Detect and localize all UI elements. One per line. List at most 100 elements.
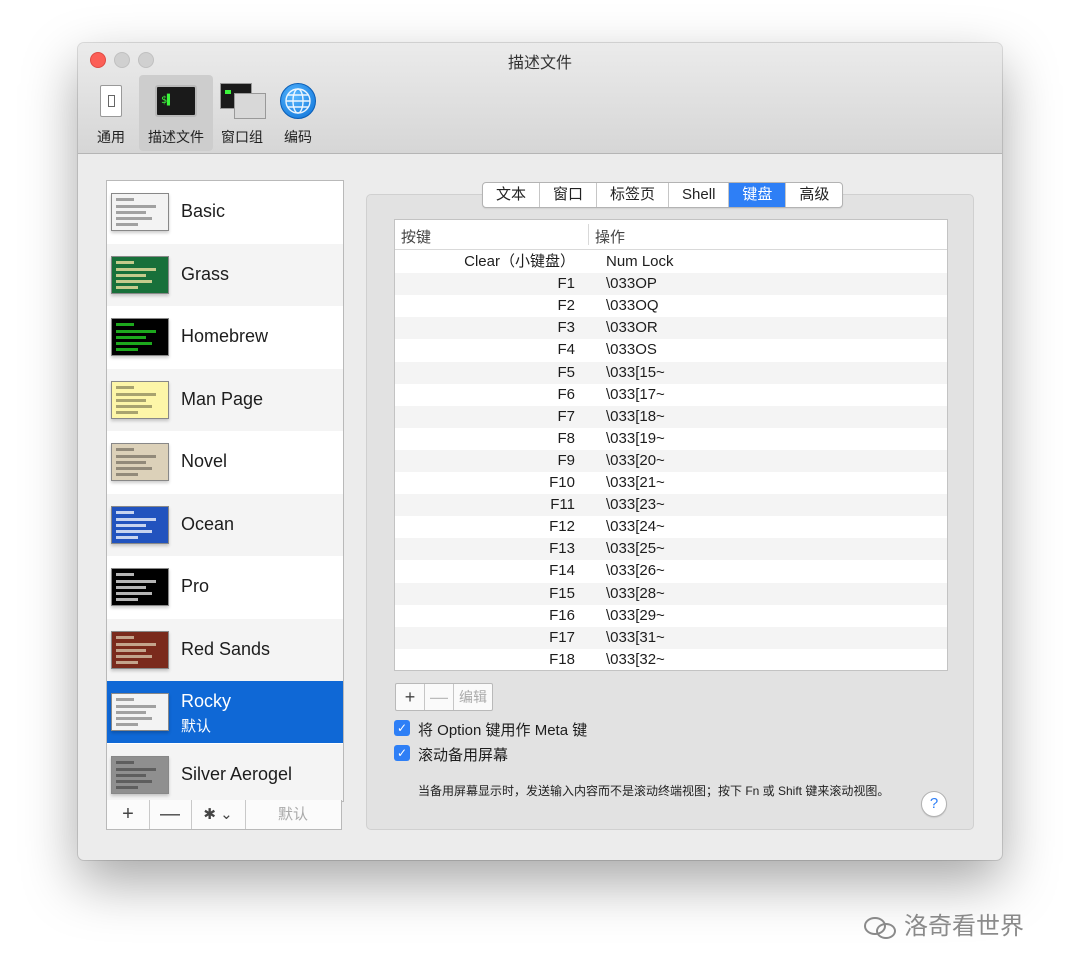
table-row[interactable]: F10 \033[21~ xyxy=(395,472,947,494)
column-header-action[interactable]: 操作 xyxy=(595,226,625,247)
table-row[interactable]: F5 \033[15~ xyxy=(395,361,947,384)
toolbar-label: 描述文件 xyxy=(148,129,204,145)
scroll-alternate-description: 当备用屏幕显示时，发送输入内容而不是滚动终端视图；按下 Fn 或 Shift 键… xyxy=(418,784,890,798)
wechat-icon xyxy=(864,915,898,939)
profile-name: Rocky xyxy=(181,691,232,711)
action-cell: \033[31~ xyxy=(606,628,665,646)
table-row[interactable]: F3 \033OR xyxy=(395,317,947,340)
profile-name: Red Sands xyxy=(181,638,271,659)
table-row[interactable]: F9 \033[20~ xyxy=(395,449,947,472)
remove-profile-button[interactable]: — xyxy=(149,800,192,829)
table-row[interactable]: F4 \033OS xyxy=(395,339,947,361)
key-cell: F6 xyxy=(557,385,575,403)
key-cell: F3 xyxy=(557,319,575,337)
option-as-meta-checkbox[interactable]: ✓ xyxy=(394,720,410,736)
table-row[interactable]: F7 \033[18~ xyxy=(395,405,947,428)
general-icon xyxy=(100,85,122,117)
profile-thumbnail-icon xyxy=(111,568,169,606)
table-row[interactable]: F13 \033[25~ xyxy=(395,538,947,561)
profile-name: Novel xyxy=(181,451,228,471)
scroll-alternate-label: 滚动备用屏幕 xyxy=(418,747,509,764)
table-row[interactable]: F1 \033OP xyxy=(395,273,947,296)
gear-menu-button[interactable]: ✱ ⌄ xyxy=(191,800,246,829)
table-row[interactable]: F15 \033[28~ xyxy=(395,582,947,605)
profile-item[interactable]: Man Page xyxy=(107,368,343,431)
table-row[interactable]: F12 \033[24~ xyxy=(395,516,947,538)
profile-item[interactable]: Ocean xyxy=(107,493,343,556)
action-cell: \033[21~ xyxy=(606,474,665,491)
table-row[interactable]: F16 \033[29~ xyxy=(395,605,947,627)
action-cell: \033[23~ xyxy=(606,496,665,514)
tab-2[interactable]: 标签页 xyxy=(597,183,670,207)
toolbar-label: 窗口组 xyxy=(221,129,263,145)
profile-item[interactable]: Basic xyxy=(107,181,343,243)
key-cell: F16 xyxy=(549,606,575,624)
scroll-alternate-checkbox[interactable]: ✓ xyxy=(394,745,410,761)
key-cell: F2 xyxy=(557,297,575,315)
table-row[interactable]: F2 \033OQ xyxy=(395,295,947,317)
set-default-button[interactable]: 默认 xyxy=(245,800,341,829)
key-cell: F15 xyxy=(549,584,575,602)
column-header-key[interactable]: 按键 xyxy=(401,226,431,247)
table-row[interactable]: F17 \033[31~ xyxy=(395,626,947,649)
action-cell: \033OQ xyxy=(606,297,659,315)
profile-item[interactable]: Red Sands xyxy=(107,618,343,681)
add-key-button[interactable]: + xyxy=(396,684,425,710)
key-cell: F8 xyxy=(557,429,575,447)
key-cell: F11 xyxy=(550,496,575,514)
action-cell: \033[20~ xyxy=(606,451,665,469)
action-cell: \033[26~ xyxy=(606,562,665,580)
add-profile-button[interactable]: + xyxy=(107,800,150,829)
profile-default-label: 默认 xyxy=(181,718,212,735)
profile-item[interactable]: Grass xyxy=(107,243,343,306)
profile-item[interactable]: Novel xyxy=(107,431,343,493)
action-cell: \033[24~ xyxy=(606,518,665,536)
toolbar-item-encoding[interactable]: 编码 xyxy=(274,75,322,151)
profile-thumbnail-icon xyxy=(111,755,169,794)
preferences-content: Basic Grass Homebrew Man Page Novel Ocean Pro R… xyxy=(78,154,1002,860)
action-cell: \033[32~ xyxy=(606,650,665,668)
profile-name: Homebrew xyxy=(181,326,269,346)
profile-thumbnail-icon xyxy=(111,630,169,669)
table-row[interactable]: Clear（小键盘） Num Lock xyxy=(395,251,947,273)
profile-list[interactable]: Basic Grass Homebrew Man Page Novel Ocean Pro R… xyxy=(106,180,344,802)
tab-3[interactable]: Shell xyxy=(669,183,730,207)
action-cell: \033[19~ xyxy=(606,429,665,447)
tab-4[interactable]: 键盘 xyxy=(729,183,787,207)
table-row[interactable]: F11 \033[23~ xyxy=(395,494,947,517)
profile-name: Basic xyxy=(181,201,226,221)
profile-name: Pro xyxy=(181,576,210,596)
toolbar-item-window-groups[interactable]: 窗口组 xyxy=(216,75,268,151)
profile-thumbnail-icon xyxy=(111,318,169,356)
tab-5[interactable]: 高级 xyxy=(786,183,842,207)
profile-item[interactable]: Homebrew xyxy=(107,306,343,368)
table-row[interactable]: F18 \033[32~ xyxy=(395,649,947,670)
column-divider xyxy=(588,224,589,245)
edit-key-button[interactable]: 编辑 xyxy=(454,684,492,710)
remove-key-button[interactable]: — xyxy=(425,684,454,710)
action-cell: \033[17~ xyxy=(606,385,665,403)
profile-item[interactable]: Pro xyxy=(107,556,343,618)
profile-thumbnail-icon xyxy=(111,380,169,419)
key-binding-table[interactable]: 按键 操作 Clear（小键盘） Num Lock F1 \033OP F2 \033OQ… xyxy=(394,219,948,671)
key-cell: F17 xyxy=(549,628,575,646)
window-groups-icon xyxy=(220,83,266,119)
toolbar-item-general[interactable]: 通用 xyxy=(86,75,136,151)
watermark: 洛奇看世界 xyxy=(864,906,1024,941)
table-row[interactable]: F14 \033[26~ xyxy=(395,560,947,582)
profile-item[interactable]: Rocky 默认 xyxy=(107,681,343,743)
action-cell: \033[18~ xyxy=(606,407,665,425)
action-cell: \033[28~ xyxy=(606,584,665,602)
toolbar-item-profiles[interactable]: $▌ 描述文件 xyxy=(139,75,213,151)
tab-0[interactable]: 文本 xyxy=(483,183,541,207)
table-row[interactable]: F8 \033[19~ xyxy=(395,428,947,450)
key-cell: F18 xyxy=(549,650,575,668)
toolbar-label: 通用 xyxy=(97,129,125,145)
watermark-text: 洛奇看世界 xyxy=(904,913,1024,940)
tab-1[interactable]: 窗口 xyxy=(540,183,598,207)
key-cell: F13 xyxy=(549,540,575,558)
table-row[interactable]: F6 \033[17~ xyxy=(395,384,947,406)
action-cell: \033[29~ xyxy=(606,606,665,624)
profile-item[interactable]: Silver Aerogel xyxy=(107,743,343,801)
help-button[interactable]: ? xyxy=(921,791,947,817)
